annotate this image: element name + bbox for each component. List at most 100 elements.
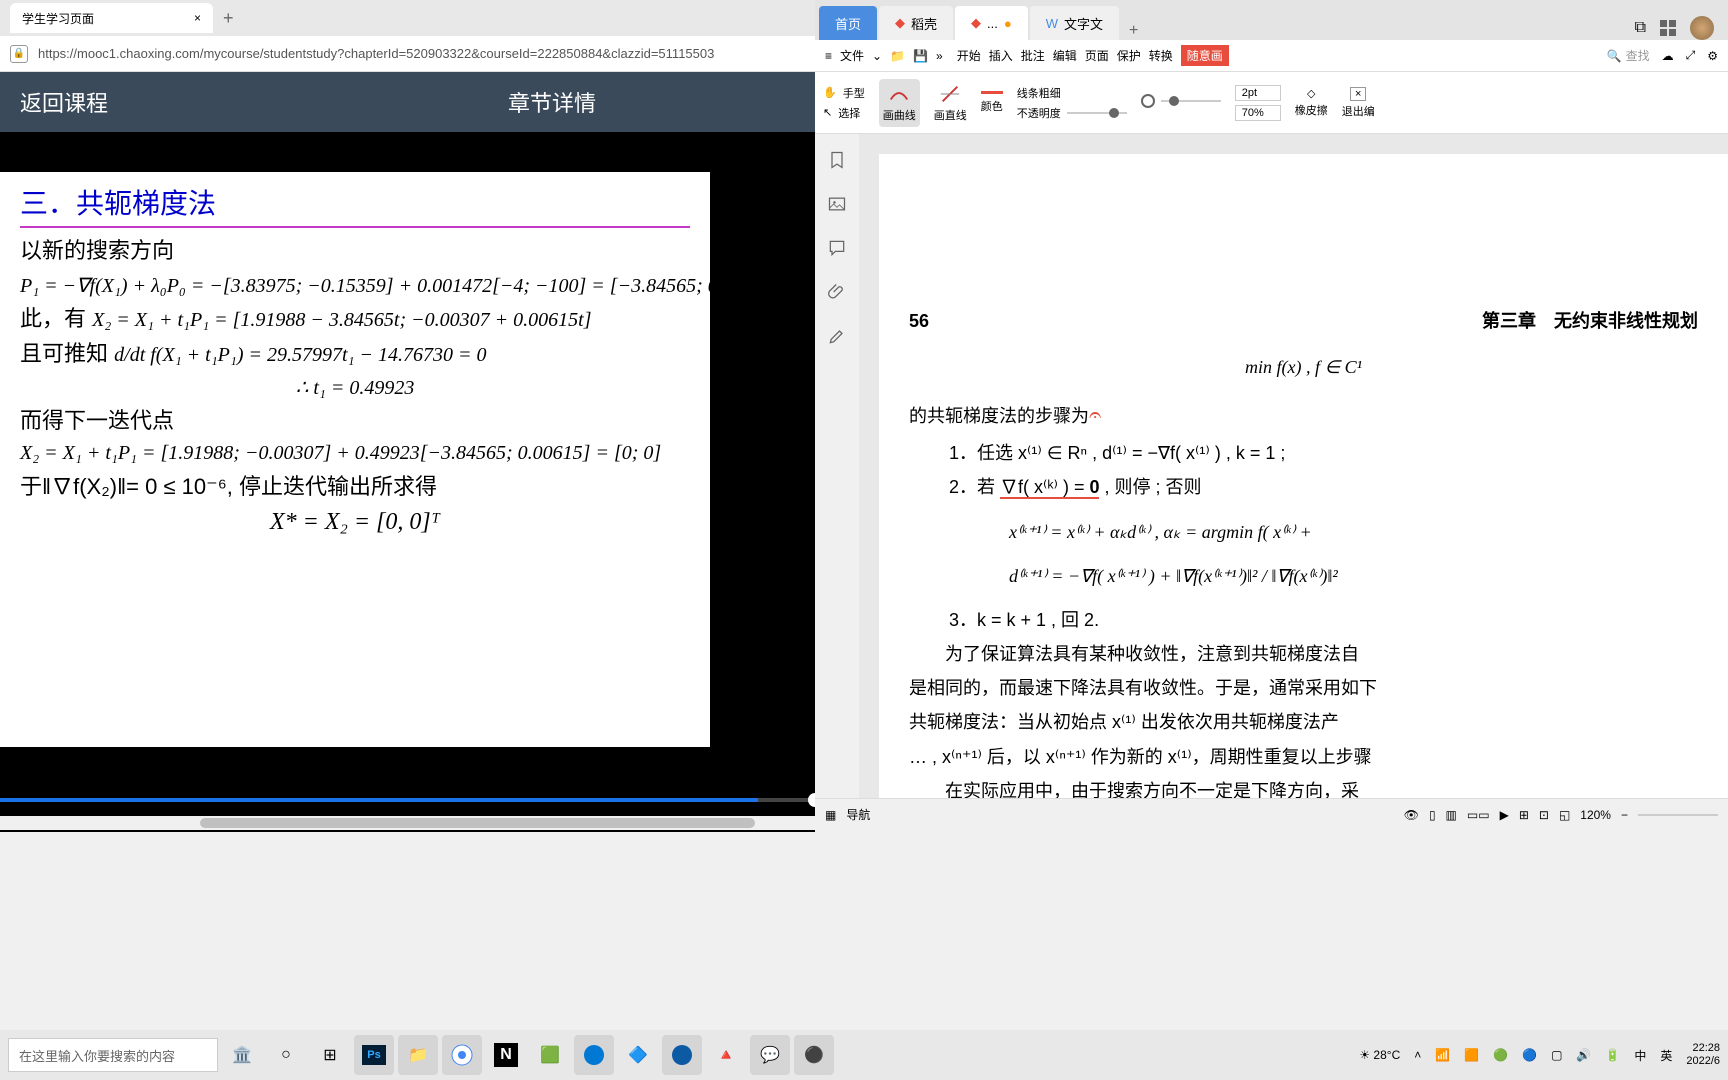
- weather-widget[interactable]: ☀ 28°C: [1359, 1048, 1400, 1062]
- tray-expand-icon[interactable]: ▢: [1551, 1048, 1562, 1062]
- comment-icon[interactable]: [827, 238, 847, 258]
- zoom-slider[interactable]: [1638, 814, 1718, 816]
- tray-app-icon[interactable]: 🟢: [1493, 1048, 1508, 1062]
- pen-icon[interactable]: [827, 326, 847, 346]
- app-icon[interactable]: 🟩: [530, 1035, 570, 1075]
- wps-tab-docer[interactable]: ◆稻壳: [879, 6, 953, 40]
- menu-edit[interactable]: 编辑: [1053, 47, 1077, 64]
- circle-icon[interactable]: [1141, 94, 1155, 108]
- window-layout-icon[interactable]: ⧉: [1635, 19, 1646, 37]
- ime-indicator2[interactable]: 英: [1660, 1047, 1672, 1064]
- settings-icon[interactable]: ⚙: [1707, 49, 1718, 63]
- file-menu[interactable]: 文件: [840, 47, 864, 64]
- task-view-icon[interactable]: ⊞: [310, 1035, 350, 1075]
- scrollbar-thumb[interactable]: [200, 818, 755, 828]
- volume-icon[interactable]: 🔊: [1576, 1048, 1591, 1062]
- tray-app-icon[interactable]: 📶: [1435, 1048, 1450, 1062]
- curve-tool[interactable]: 画曲线: [879, 79, 920, 127]
- view-continuous-icon[interactable]: ▥: [1446, 808, 1457, 822]
- menu-insert[interactable]: 插入: [989, 47, 1013, 64]
- tray-app-icon[interactable]: 🔵: [1522, 1048, 1537, 1062]
- new-tab-button[interactable]: +: [223, 8, 234, 29]
- lock-icon[interactable]: 🔒: [10, 45, 28, 63]
- attachment-icon[interactable]: [827, 282, 847, 302]
- nav-icon[interactable]: ▦: [825, 808, 836, 822]
- nav-label[interactable]: 导航: [846, 806, 870, 823]
- collapse-icon[interactable]: ⤢: [1686, 48, 1696, 63]
- zoom-value[interactable]: 120%: [1580, 808, 1611, 822]
- battery-icon[interactable]: 🔋: [1605, 1048, 1620, 1062]
- hamburger-icon[interactable]: ≡: [825, 49, 832, 63]
- bookmark-icon[interactable]: [827, 150, 847, 170]
- menu-protect[interactable]: 保护: [1117, 47, 1141, 64]
- obs-icon[interactable]: ⚫: [794, 1035, 834, 1075]
- tray-chevron-icon[interactable]: ˄: [1414, 1048, 1421, 1062]
- wps-tab-home[interactable]: 首页: [819, 6, 877, 40]
- ime-indicator[interactable]: 中: [1634, 1047, 1646, 1064]
- play-icon[interactable]: ▶: [1500, 808, 1509, 822]
- wps-drawing-toolbar: ✋手型 ↖选择 画曲线 画直线 颜色 线条粗细 不透明度: [815, 72, 1728, 134]
- hand-tool[interactable]: ✋手型: [823, 85, 865, 101]
- cloud-icon[interactable]: ☁: [1662, 49, 1674, 63]
- image-icon[interactable]: [827, 194, 847, 214]
- explorer-icon[interactable]: 📁: [398, 1035, 438, 1075]
- wps-tab-doc2[interactable]: ◆...●: [955, 6, 1028, 40]
- edge-icon[interactable]: [574, 1035, 614, 1075]
- select-tool[interactable]: ↖选择: [823, 105, 865, 121]
- slider-knob[interactable]: [1169, 96, 1179, 106]
- width-slider[interactable]: [1161, 100, 1221, 102]
- user-avatar[interactable]: [1690, 16, 1714, 40]
- opacity-pct-select[interactable]: 70%: [1235, 105, 1281, 121]
- wps-document-area[interactable]: 56 第三章 无约束非线性规划 min f(x) , f ∈ C¹ 的共轭梯度法…: [859, 134, 1728, 798]
- app-icon2[interactable]: 🔷: [618, 1035, 658, 1075]
- video-progress-bar[interactable]: [0, 798, 815, 802]
- menu-page[interactable]: 页面: [1085, 47, 1109, 64]
- chevron-down-icon[interactable]: ⌄: [872, 49, 882, 63]
- view-mode-icon[interactable]: ⊞: [1519, 808, 1529, 822]
- label: 手型: [843, 85, 865, 101]
- chrome-icon[interactable]: [442, 1035, 482, 1075]
- back-to-course-link[interactable]: 返回课程: [20, 86, 108, 118]
- photoshop-icon[interactable]: Ps: [354, 1035, 394, 1075]
- time: 22:28: [1692, 1042, 1720, 1055]
- slider-knob[interactable]: [1109, 108, 1119, 118]
- color-label[interactable]: 颜色: [981, 98, 1003, 114]
- menu-draw-active[interactable]: 随意画: [1181, 45, 1229, 66]
- stroke-size-select[interactable]: 2pt: [1235, 85, 1281, 101]
- app-icon3[interactable]: 🔺: [706, 1035, 746, 1075]
- wechat-icon[interactable]: 💬: [750, 1035, 790, 1075]
- wps-tab-doc3[interactable]: W文字文: [1030, 6, 1119, 40]
- save-icon[interactable]: 💾: [913, 49, 928, 63]
- menu-start[interactable]: 开始: [957, 47, 981, 64]
- color-picker[interactable]: [981, 91, 1003, 94]
- add-tab-button[interactable]: +: [1129, 22, 1138, 40]
- fit-icon[interactable]: ◱: [1559, 808, 1570, 822]
- close-icon[interactable]: ×: [194, 11, 201, 25]
- browser-tab[interactable]: 学生学习页面 ×: [10, 3, 213, 33]
- menu-convert[interactable]: 转换: [1149, 47, 1173, 64]
- horizontal-scrollbar[interactable]: [0, 816, 815, 830]
- taskbar-search[interactable]: 在这里输入你要搜索的内容: [8, 1038, 218, 1072]
- video-player[interactable]: 三．共轭梯度法 以新的搜索方向 P₁ = −∇f(X₁) + λ₀P₀ = −[…: [0, 132, 815, 832]
- tray-app-icon[interactable]: 🟧: [1464, 1048, 1479, 1062]
- view-single-icon[interactable]: ▯: [1429, 808, 1436, 822]
- url-input[interactable]: https://mooc1.chaoxing.com/mycourse/stud…: [38, 46, 805, 61]
- eraser-tool[interactable]: ◇ 橡皮擦: [1295, 87, 1328, 118]
- edge2-icon[interactable]: [662, 1035, 702, 1075]
- opacity-slider[interactable]: [1067, 112, 1127, 114]
- overflow-icon[interactable]: »: [936, 49, 943, 63]
- menu-comment[interactable]: 批注: [1021, 47, 1045, 64]
- eye-icon[interactable]: 👁: [1404, 808, 1419, 822]
- search-box[interactable]: 🔍 查找: [1607, 47, 1650, 64]
- notion-icon[interactable]: N: [486, 1035, 526, 1075]
- line-tool[interactable]: 画直线: [934, 83, 967, 123]
- cortana-icon[interactable]: ○: [266, 1035, 306, 1075]
- apps-grid-icon[interactable]: [1660, 20, 1676, 36]
- view-facing-icon[interactable]: ▭▭: [1467, 808, 1490, 822]
- zoom-out-button[interactable]: −: [1621, 808, 1628, 822]
- view-mode-icon2[interactable]: ⊡: [1539, 808, 1549, 822]
- open-icon[interactable]: 📁: [890, 49, 905, 63]
- clock[interactable]: 22:28 2022/6: [1686, 1042, 1720, 1068]
- taskbar-widget[interactable]: 🏛️: [222, 1035, 262, 1075]
- exit-draw[interactable]: × 退出编: [1342, 87, 1375, 119]
